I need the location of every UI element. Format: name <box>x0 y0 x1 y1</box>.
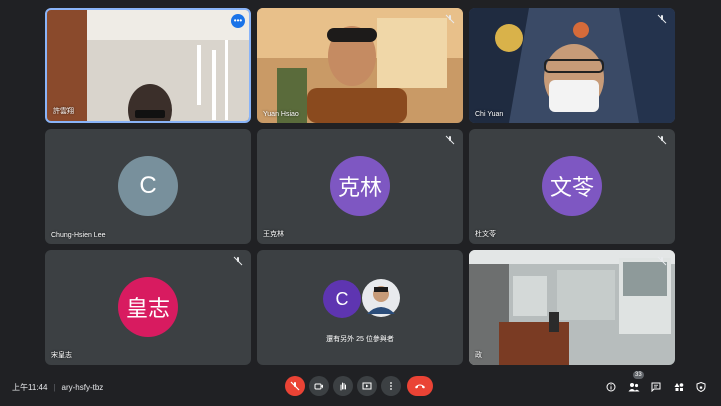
more-vert-icon <box>390 382 392 390</box>
participant-tile-7[interactable]: 皇志 宋皇志 <box>45 250 251 365</box>
muted-mic-icon <box>290 381 300 391</box>
camera-icon <box>314 383 323 390</box>
participant-name: Chi Yuan <box>475 111 504 118</box>
participant-tile-3[interactable]: Chi Yuan <box>469 8 675 123</box>
meeting-details-button[interactable] <box>604 380 618 394</box>
participant-video <box>469 8 675 123</box>
chat-button[interactable] <box>649 380 663 394</box>
leave-call-button[interactable] <box>407 376 433 396</box>
hang-up-icon <box>415 384 425 389</box>
microphone-toggle-button[interactable] <box>285 376 305 396</box>
participant-tile-2[interactable]: Yuan Hsiao <box>257 8 463 123</box>
group-avatar-photo <box>362 279 400 317</box>
avatar: 克林 <box>330 156 390 216</box>
participant-name: Chung-Hsien Lee <box>51 232 106 239</box>
participant-tile-5[interactable]: 克林 王克林 <box>257 129 463 244</box>
avatar: 文苓 <box>542 156 602 216</box>
clock-time: 上午11:44 <box>12 383 48 392</box>
shapes-icon <box>674 383 684 391</box>
participant-name: 杜文苓 <box>475 231 496 238</box>
present-icon <box>362 382 372 390</box>
avatar: 皇志 <box>118 277 178 337</box>
participant-tile-1[interactable]: ••• 許雲翔 <box>45 8 251 123</box>
activities-button[interactable] <box>672 380 686 394</box>
participant-video <box>469 250 675 365</box>
muted-mic-icon <box>233 256 243 266</box>
participants-button[interactable] <box>627 380 641 394</box>
group-avatar: C <box>323 280 361 318</box>
participant-name: 宋皇志 <box>51 352 72 359</box>
participant-video <box>47 10 249 121</box>
muted-mic-icon <box>657 135 667 145</box>
participant-name: 許雲翔 <box>53 108 74 115</box>
present-screen-button[interactable] <box>357 376 377 396</box>
avatar: C <box>118 156 178 216</box>
muted-mic-icon <box>445 135 455 145</box>
host-controls-button[interactable] <box>694 380 708 394</box>
participant-name: 政 <box>475 352 482 359</box>
others-group-tile[interactable]: C 還有另外 25 位參與者 <box>257 250 463 365</box>
shield-lock-icon <box>696 382 706 392</box>
muted-mic-icon <box>657 14 667 24</box>
muted-mic-icon <box>445 14 455 24</box>
bottom-bar: 上午11:44 | ary-hsfy-tbz 33 <box>0 370 721 406</box>
participant-name: Yuan Hsiao <box>263 111 299 118</box>
chat-icon <box>651 382 661 392</box>
participant-tile-6[interactable]: 文苓 杜文苓 <box>469 129 675 244</box>
hand-icon <box>340 382 346 391</box>
participant-name: 王克林 <box>263 231 284 238</box>
meeting-info: 上午11:44 | ary-hsfy-tbz <box>12 383 104 392</box>
people-icon <box>628 383 640 392</box>
others-count-label: 還有另外 25 位參與者 <box>326 336 394 343</box>
more-options-button[interactable] <box>381 376 401 396</box>
raise-hand-button[interactable] <box>333 376 353 396</box>
info-icon <box>606 382 616 392</box>
muted-mic-icon <box>657 256 667 266</box>
camera-toggle-button[interactable] <box>309 376 329 396</box>
participant-tile-9[interactable]: 政 <box>469 250 675 365</box>
participant-tile-4[interactable]: C Chung-Hsien Lee <box>45 129 251 244</box>
participant-video <box>257 8 463 123</box>
meeting-code[interactable]: ary-hsfy-tbz <box>62 383 104 392</box>
participants-count-badge: 33 <box>633 371 644 379</box>
more-options-icon[interactable]: ••• <box>231 14 245 28</box>
